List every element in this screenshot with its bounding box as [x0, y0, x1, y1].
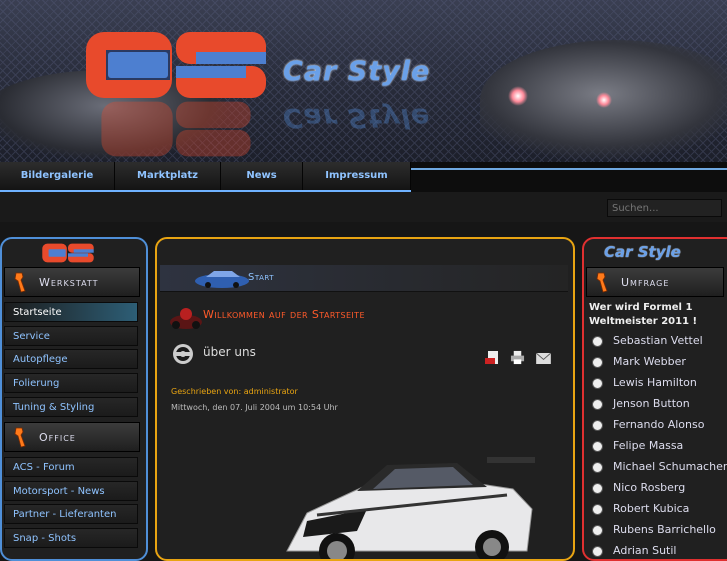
radio-button[interactable] — [592, 357, 603, 368]
menu-link-folierung[interactable]: Folierung — [4, 373, 138, 393]
headlight-glow — [508, 86, 528, 106]
section-umfrage: Umfrage — [586, 267, 724, 297]
cs-logo[interactable] — [84, 30, 268, 100]
pdf-icon[interactable] — [484, 350, 500, 366]
main-nav: Bildergalerie Marktplatz News Impressum — [0, 162, 727, 192]
driver-icon — [170, 308, 202, 329]
menu-link-snapshots[interactable]: Snap - Shots — [4, 528, 138, 548]
section-umfrage-label: Umfrage — [621, 276, 670, 289]
right-sidebar: Car Style Umfrage Wer wird Formel 1 Welt… — [582, 237, 727, 561]
radio-button[interactable] — [592, 483, 603, 494]
radio-button[interactable] — [592, 399, 603, 410]
car-thumbnail-icon — [195, 271, 249, 288]
site-header: Car Style Car Style — [0, 0, 727, 162]
menu-link-motorsport[interactable]: Motorsport - News — [4, 481, 138, 501]
wrench-icon — [14, 272, 26, 293]
article-title: über uns — [203, 345, 256, 359]
left-sidebar: Werkstatt Startseite Service Autopflege … — [0, 237, 148, 561]
breadcrumb-bar: Start — [160, 265, 568, 292]
section-office: Office — [4, 422, 140, 452]
email-icon[interactable] — [536, 353, 551, 364]
radio-button[interactable] — [592, 336, 603, 347]
radio-button[interactable] — [592, 504, 603, 515]
headlight-glow — [596, 92, 612, 108]
cs-mini-logo — [42, 243, 94, 263]
section-werkstatt-label: Werkstatt — [39, 276, 99, 289]
menu-link-startseite[interactable]: Startseite — [4, 302, 138, 322]
steering-wheel-icon — [173, 344, 193, 364]
nav-item-marktplatz[interactable]: Marktplatz — [115, 162, 221, 190]
radio-button[interactable] — [592, 420, 603, 431]
main-content: Start Willkommen auf der Startseite über… — [155, 237, 575, 561]
radio-button[interactable] — [592, 525, 603, 536]
wrench-icon — [14, 427, 26, 448]
nav-item-bildergalerie[interactable]: Bildergalerie — [0, 162, 115, 190]
logo-wordmark: Car Style — [283, 56, 431, 87]
menu-link-autopflege[interactable]: Autopflege — [4, 349, 138, 369]
right-logo: Car Style — [604, 243, 681, 261]
section-office-label: Office — [39, 431, 76, 444]
poll-question: Wer wird Formel 1 Weltmeister 2011 ! — [589, 302, 698, 327]
logo-wordmark-reflection: Car Style — [283, 102, 431, 133]
nav-item-impressum[interactable]: Impressum — [303, 162, 411, 190]
cs-logo-reflection — [101, 101, 251, 157]
radio-button[interactable] — [592, 378, 603, 389]
nav-divider-line — [411, 168, 727, 170]
search-input[interactable] — [607, 199, 722, 217]
radio-button[interactable] — [592, 546, 603, 557]
nav-menu: Bildergalerie Marktplatz News Impressum — [0, 162, 411, 192]
breadcrumb[interactable]: Start — [248, 272, 274, 283]
menu-link-forum[interactable]: ACS - Forum — [4, 457, 138, 477]
nav-item-news[interactable]: News — [221, 162, 303, 190]
section-werkstatt: Werkstatt — [4, 267, 140, 297]
print-icon[interactable] — [510, 350, 525, 365]
menu-link-partner[interactable]: Partner - Lieferanten — [4, 504, 138, 524]
radio-button[interactable] — [592, 441, 603, 452]
radio-button[interactable] — [592, 462, 603, 473]
article-author: Geschrieben von: administrator — [171, 387, 298, 396]
wrench-icon — [596, 272, 608, 293]
menu-link-tuning[interactable]: Tuning & Styling — [4, 397, 138, 417]
menu-link-service[interactable]: Service — [4, 326, 138, 346]
article-date: Mittwoch, den 07. Juli 2004 um 10:54 Uhr — [171, 403, 338, 412]
welcome-heading: Willkommen auf der Startseite — [203, 308, 365, 321]
